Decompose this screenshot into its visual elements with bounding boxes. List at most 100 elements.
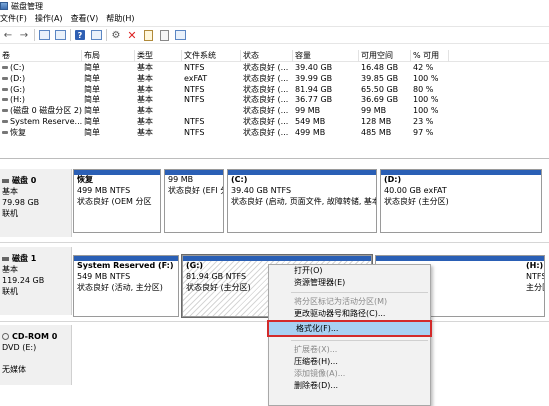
partition-name: (C:) <box>231 175 248 184</box>
volume-percent-free: 80 % <box>413 84 434 94</box>
table-row[interactable]: (D:) 简单 基本 exFAT 状态良好 (... 39.99 GB 39.8… <box>0 74 549 85</box>
column-header-volume[interactable]: 卷 <box>0 50 82 62</box>
menu-item-explorer[interactable]: 资源管理器(E) <box>269 277 430 289</box>
cdrom-0-label[interactable]: CD-ROM 0 DVD (E:) 无媒体 <box>0 325 72 385</box>
menu-item-shrink-volume[interactable]: 压缩卷(H)... <box>269 356 430 368</box>
partition-name: System Reserved (F:) <box>77 261 174 270</box>
context-menu: 打开(O) 资源管理器(E) 将分区标记为活动分区(M) 更改驱动器号和路径(C… <box>267 264 432 406</box>
volume-layout: 简单 <box>84 127 100 137</box>
partition-d[interactable]: (D:) 40.00 GB exFAT 状态良好 (主分区) <box>380 169 542 233</box>
menu-item-mark-active: 将分区标记为活动分区(M) <box>294 297 388 306</box>
column-header-type[interactable]: 类型 <box>135 50 182 62</box>
volume-layout: 简单 <box>84 73 100 83</box>
volume-percent-free: 42 % <box>413 63 434 72</box>
show-hide-tree-icon[interactable] <box>38 29 50 41</box>
partition-f-system-reserved[interactable]: System Reserved (F:) 549 MB NTFS 状态良好 (活… <box>73 255 179 317</box>
volume-filesystem: NTFS <box>184 95 205 105</box>
split-view-icon[interactable] <box>174 29 186 41</box>
table-row[interactable]: System Reserve... 简单 基本 NTFS 状态良好 (... 5… <box>0 117 549 128</box>
column-header-capacity[interactable]: 容量 <box>293 50 359 62</box>
menu-item-format[interactable]: 格式化(F)... <box>267 320 432 337</box>
volume-filesystem <box>182 106 241 117</box>
column-header-percent-free[interactable]: % 可用 <box>411 50 449 62</box>
disk-icon <box>2 178 9 183</box>
volume-name: (磁盘 0 磁盘分区 2) <box>10 106 82 116</box>
disk-icon <box>2 256 9 261</box>
volume-status: 状态良好 (... <box>243 73 289 83</box>
disk-type: DVD (E:) <box>2 343 37 352</box>
forward-arrow-icon[interactable]: → <box>18 29 30 41</box>
disk-name: 磁盘 1 <box>12 254 37 263</box>
partition-size: NTFS <box>526 272 545 281</box>
volume-free-space: 39.85 GB <box>361 73 399 83</box>
volume-type: 基本 <box>137 106 153 116</box>
drive-icon <box>2 109 8 113</box>
drive-icon <box>2 87 8 91</box>
menu-action[interactable]: 操作(A) <box>31 13 67 24</box>
partition-status: 状态良好 (EFI 分 <box>168 186 224 195</box>
table-row[interactable]: 恢复 简单 基本 NTFS 状态良好 (... 499 MB 485 MB 97… <box>0 128 549 139</box>
menu-item-change-drive-letter[interactable]: 更改驱动器号和路径(C)... <box>269 308 430 320</box>
column-header-status[interactable]: 状态 <box>241 50 293 62</box>
volume-status: 状态良好 (... <box>243 95 289 105</box>
volume-status: 状态良好 (... <box>243 63 289 72</box>
toolbar-separator <box>70 29 71 41</box>
menu-item-delete-volume[interactable]: 删除卷(D)... <box>269 380 430 392</box>
volume-name: System Reserve... <box>10 116 82 126</box>
volume-free-space: 485 MB <box>361 127 392 137</box>
menu-file[interactable]: 文件(F) <box>0 13 31 24</box>
help-icon[interactable]: ? <box>74 29 86 41</box>
connect-icon[interactable]: ⚙ <box>110 29 122 41</box>
volume-type: 基本 <box>137 116 153 126</box>
volume-capacity: 39.99 GB <box>295 73 333 83</box>
disk-1-label[interactable]: 磁盘 1 基本 119.24 GB 联机 <box>0 247 72 315</box>
delete-icon[interactable]: ✕ <box>126 29 138 42</box>
partition-status: 状态良好 (OEM 分区 <box>77 197 152 206</box>
column-header-filesystem[interactable]: 文件系统 <box>182 50 241 62</box>
back-arrow-icon[interactable]: ← <box>2 29 14 41</box>
volume-filesystem: NTFS <box>184 63 205 72</box>
table-row[interactable]: (G:) 简单 基本 NTFS 状态良好 (... 81.94 GB 65.50… <box>0 85 549 96</box>
partition-status: 状态良好 (主分区) <box>384 197 449 206</box>
drive-icon <box>2 130 8 134</box>
menu-item-open[interactable]: 打开(O) <box>269 265 430 277</box>
menu-help[interactable]: 帮助(H) <box>102 13 138 24</box>
partition-size: 549 MB NTFS <box>77 272 131 281</box>
volume-name: (H:) <box>10 95 25 105</box>
volume-percent-free: 100 % <box>413 73 439 83</box>
volume-free-space: 16.48 GB <box>361 63 399 72</box>
partition-size: 40.00 GB exFAT <box>384 186 447 195</box>
disk-status: 联机 <box>2 287 18 296</box>
volume-type: 基本 <box>137 84 153 94</box>
document-icon[interactable] <box>142 29 154 41</box>
disk-size: 79.98 GB <box>2 198 40 207</box>
volume-free-space: 128 MB <box>361 116 392 126</box>
disk-0-label[interactable]: 磁盘 0 基本 79.98 GB 联机 <box>0 169 72 237</box>
properties-icon[interactable] <box>90 29 102 41</box>
checklist-icon[interactable] <box>158 29 170 41</box>
divider <box>0 242 549 243</box>
table-row[interactable]: (磁盘 0 磁盘分区 2) 简单 基本 状态良好 (... 99 MB 99 M… <box>0 106 549 117</box>
disk-type: 基本 <box>2 265 18 274</box>
menu-view[interactable]: 查看(V) <box>67 13 103 24</box>
disk-name: CD-ROM 0 <box>12 332 58 341</box>
volume-filesystem: exFAT <box>184 73 208 83</box>
volume-status: 状态良好 (... <box>243 127 289 137</box>
table-row[interactable]: (C:) 简单 基本 NTFS 状态良好 (... 39.40 GB 16.48… <box>0 63 549 74</box>
partition-recovery[interactable]: 恢复 499 MB NTFS 状态良好 (OEM 分区 <box>73 169 161 233</box>
column-header-free-space[interactable]: 可用空间 <box>359 50 411 62</box>
menu-bar: 文件(F) 操作(A) 查看(V) 帮助(H) <box>0 12 549 25</box>
partition-status: 状态良好 (启动, 页面文件, 故障转储, 基本 <box>231 197 377 206</box>
volume-percent-free: 100 % <box>413 95 439 105</box>
volume-layout: 简单 <box>84 116 100 126</box>
partition-efi[interactable]: 99 MB 状态良好 (EFI 分 <box>164 169 224 233</box>
table-row[interactable]: (H:) 简单 基本 NTFS 状态良好 (... 36.77 GB 36.69… <box>0 95 549 106</box>
column-header-layout[interactable]: 布局 <box>82 50 135 62</box>
partition-c[interactable]: (C:) 39.40 GB NTFS 状态良好 (启动, 页面文件, 故障转储,… <box>227 169 377 233</box>
volume-free-space: 99 MB <box>361 106 387 116</box>
partition-name: 恢复 <box>77 175 93 184</box>
volume-capacity: 81.94 GB <box>295 84 333 94</box>
disk-type: 基本 <box>2 187 18 196</box>
list-view-icon[interactable] <box>54 29 66 41</box>
volume-name: (D:) <box>10 73 26 83</box>
